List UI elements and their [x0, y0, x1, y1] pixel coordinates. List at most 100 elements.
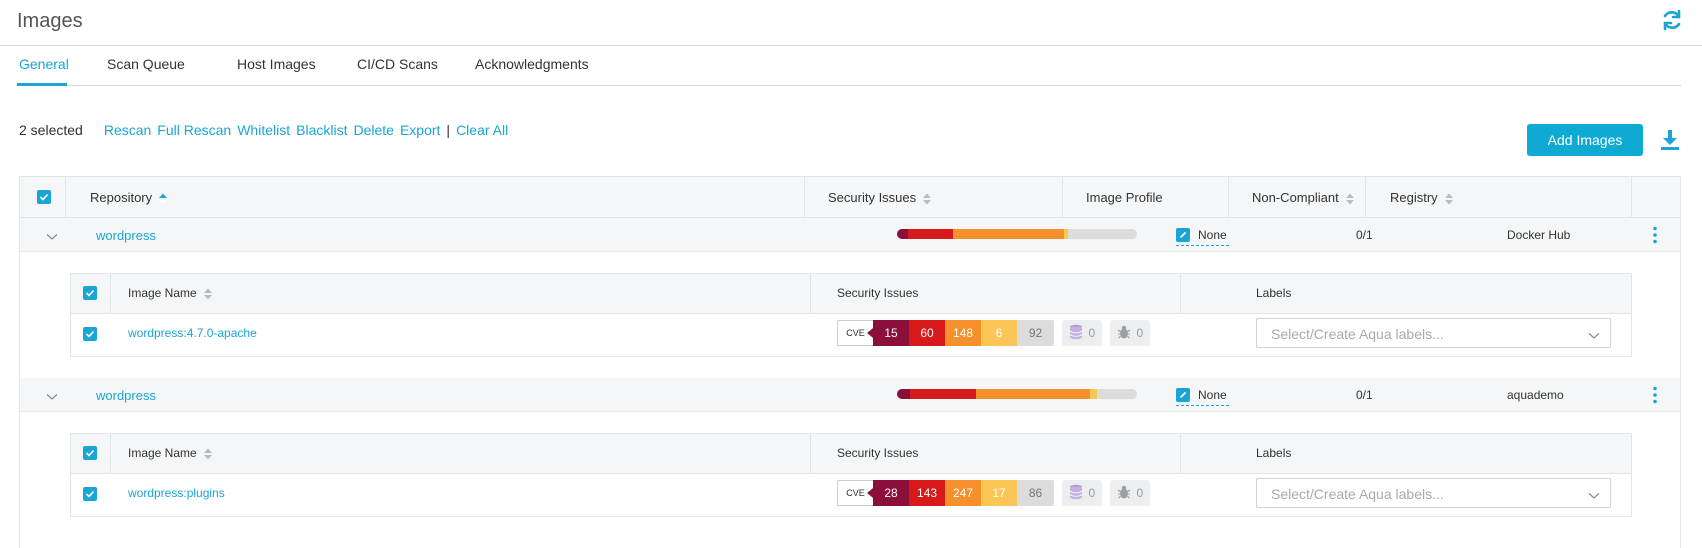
column-divider — [1180, 274, 1181, 314]
bug-icon — [1117, 484, 1131, 503]
export-link[interactable]: Export — [400, 122, 440, 138]
sensitive-count: 0 — [1088, 326, 1096, 340]
rescan-link[interactable]: Rescan — [104, 122, 151, 138]
chevron-down-icon[interactable] — [46, 389, 58, 404]
repository-link[interactable]: wordpress — [96, 228, 156, 243]
column-header-non-compliant[interactable]: Non-Compliant — [1252, 190, 1355, 206]
column-header-image-profile: Image Profile — [1086, 190, 1163, 205]
sort-icon[interactable] — [1444, 192, 1454, 206]
vulnerability-summary[interactable]: CVE 15 60 148 6 92 0 0 — [837, 320, 1150, 346]
column-divider — [804, 177, 805, 218]
column-header-security-issues: Security Issues — [837, 446, 919, 460]
sort-icon[interactable] — [1345, 192, 1355, 206]
sort-icon[interactable] — [922, 192, 932, 206]
issue-bar-segment-critical — [897, 389, 910, 399]
malware-count: 0 — [1136, 326, 1144, 340]
tab-host-images[interactable]: Host Images — [237, 56, 316, 72]
chevron-down-icon[interactable] — [46, 229, 58, 244]
repository-link[interactable]: wordpress — [96, 388, 156, 403]
image-row-checkbox[interactable] — [83, 487, 97, 501]
column-divider — [65, 177, 66, 218]
image-profile-selector[interactable]: None — [1176, 226, 1229, 246]
kebab-menu-icon[interactable] — [1652, 226, 1658, 247]
high-count: 143 — [909, 480, 945, 506]
column-divider — [1180, 434, 1181, 474]
column-header-label: Repository — [90, 190, 153, 205]
column-divider — [810, 434, 811, 474]
column-header-security-issues[interactable]: Security Issues — [828, 190, 932, 206]
whitelist-link[interactable]: Whitelist — [237, 122, 290, 138]
select-all-checkbox[interactable] — [37, 190, 51, 204]
top-bar: Images — [0, 0, 1702, 46]
select-all-images-checkbox[interactable] — [83, 446, 97, 460]
active-tab-indicator — [17, 83, 67, 86]
page-title: Images — [17, 10, 83, 32]
issue-bar-segment-medium — [975, 389, 1090, 399]
tab-acknowledgments[interactable]: Acknowledgments — [475, 56, 589, 72]
issue-bar-segment-critical — [897, 229, 909, 239]
column-divider — [810, 274, 811, 314]
delete-link[interactable]: Delete — [353, 122, 393, 138]
security-issues-bar — [897, 389, 1137, 399]
image-subtable: Image Name Security Issues Labels wordpr… — [70, 273, 1632, 357]
sort-icon[interactable] — [203, 447, 213, 461]
tab-general[interactable]: General — [19, 56, 69, 72]
sort-asc-icon[interactable] — [158, 192, 168, 206]
table-row[interactable]: wordpress None 0/1 aquademo — [20, 378, 1680, 412]
download-icon[interactable] — [1658, 128, 1682, 152]
image-row-checkbox[interactable] — [83, 327, 97, 341]
tab-cicd-scans[interactable]: CI/CD Scans — [357, 56, 438, 72]
issue-bar-segment-negligible — [1097, 389, 1137, 399]
labels-select[interactable]: Select/Create Aqua labels... — [1256, 318, 1611, 348]
column-divider — [110, 274, 111, 314]
image-name-link[interactable]: wordpress:4.7.0-apache — [128, 326, 257, 340]
image-profile-selector[interactable]: None — [1176, 386, 1229, 406]
subtable-header: Image Name Security Issues Labels — [71, 274, 1631, 314]
negligible-count: 86 — [1017, 480, 1054, 506]
issue-bar-segment-low — [1089, 389, 1098, 399]
edit-icon — [1176, 227, 1190, 242]
add-images-button[interactable]: Add Images — [1527, 124, 1643, 156]
column-header-label: Image Name — [128, 286, 197, 300]
malware-chip[interactable]: 0 — [1110, 480, 1150, 506]
column-header-image-name[interactable]: Image Name — [128, 286, 213, 301]
blacklist-link[interactable]: Blacklist — [296, 122, 347, 138]
images-table: Repository Security Issues Image Profile… — [19, 176, 1681, 548]
clear-all-link[interactable]: Clear All — [456, 122, 508, 138]
tab-bar: General Scan Queue Host Images CI/CD Sca… — [17, 46, 1681, 86]
edit-icon — [1176, 387, 1190, 402]
column-header-image-name[interactable]: Image Name — [128, 446, 213, 461]
database-icon — [1069, 484, 1083, 503]
issue-bar-segment-medium — [953, 229, 1064, 239]
malware-chip[interactable]: 0 — [1110, 320, 1150, 346]
sensitive-data-chip[interactable]: 0 — [1062, 480, 1102, 506]
refresh-icon[interactable] — [1660, 8, 1684, 32]
selected-count: 2 selected — [19, 122, 83, 138]
sort-icon[interactable] — [203, 287, 213, 301]
image-name-link[interactable]: wordpress:plugins — [128, 486, 225, 500]
high-count: 60 — [909, 320, 945, 346]
vulnerability-summary[interactable]: CVE 28 143 247 17 86 0 0 — [837, 480, 1150, 506]
table-row[interactable]: wordpress None 0/1 Docker Hub — [20, 218, 1680, 252]
security-issues-bar — [897, 229, 1137, 239]
critical-count: 28 — [867, 480, 909, 506]
table-header: Repository Security Issues Image Profile… — [20, 177, 1680, 218]
sensitive-count: 0 — [1088, 486, 1096, 500]
column-divider — [1631, 177, 1632, 218]
full-rescan-link[interactable]: Full Rescan — [157, 122, 231, 138]
column-header-registry[interactable]: Registry — [1390, 190, 1454, 206]
issue-bar-segment-high — [908, 229, 954, 239]
column-header-label: Registry — [1390, 190, 1438, 205]
image-profile-value: None — [1198, 227, 1227, 242]
issue-bar-segment-high — [909, 389, 976, 399]
chevron-down-icon — [1588, 328, 1600, 343]
tab-scan-queue[interactable]: Scan Queue — [107, 56, 185, 72]
kebab-menu-icon[interactable] — [1652, 386, 1658, 407]
select-all-images-checkbox[interactable] — [83, 286, 97, 300]
column-header-repository[interactable]: Repository — [90, 190, 168, 206]
bulk-actions-bar: 2 selected Rescan Full Rescan Whitelist Blac… — [19, 122, 514, 138]
sensitive-data-chip[interactable]: 0 — [1062, 320, 1102, 346]
labels-select[interactable]: Select/Create Aqua labels... — [1256, 478, 1611, 508]
database-icon — [1069, 324, 1083, 343]
column-divider — [1228, 177, 1229, 218]
